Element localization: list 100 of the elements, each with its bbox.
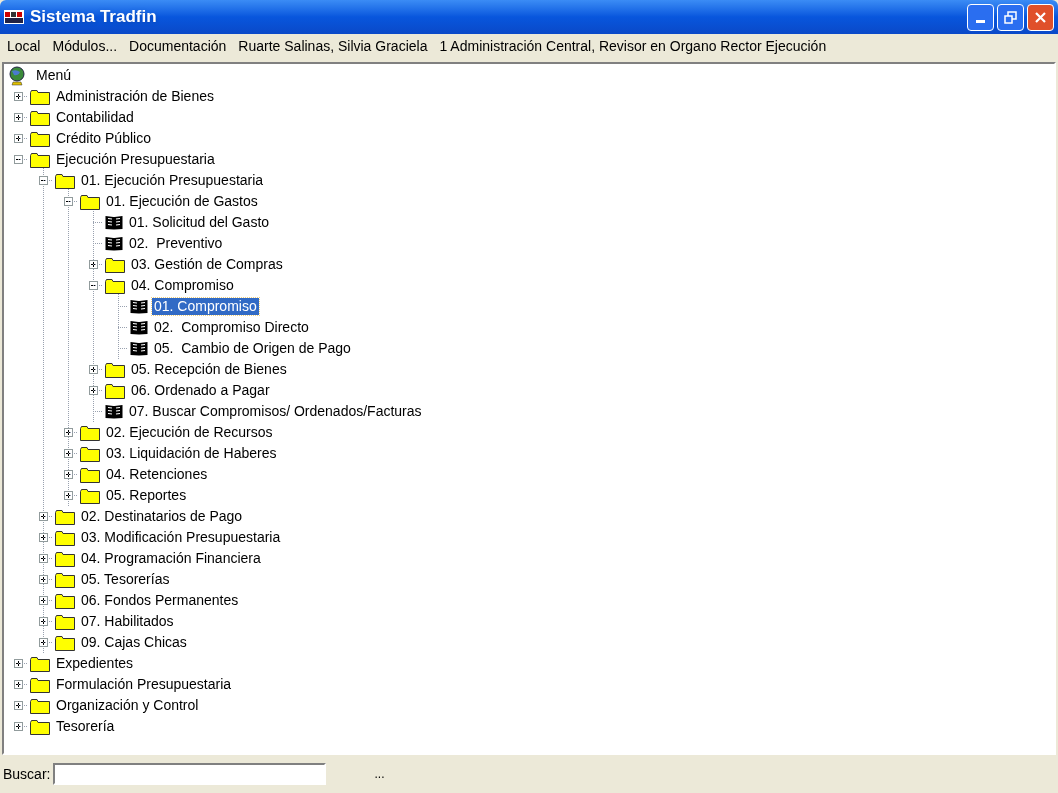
folder-icon	[80, 445, 100, 462]
folder-icon	[105, 277, 125, 294]
collapse-icon[interactable]	[38, 176, 48, 185]
folder-icon	[55, 571, 75, 588]
folder-icon	[55, 592, 75, 609]
collapse-icon[interactable]	[63, 197, 73, 206]
expand-icon[interactable]	[63, 491, 73, 500]
folder-icon	[55, 550, 75, 567]
expand-icon[interactable]	[88, 365, 98, 374]
expand-icon[interactable]	[38, 554, 48, 563]
tree-item[interactable]: 05. Reportes	[104, 487, 189, 504]
book-icon	[130, 320, 148, 335]
collapse-icon[interactable]	[88, 281, 98, 290]
expand-icon[interactable]	[13, 701, 23, 710]
tree-item[interactable]: 09. Cajas Chicas	[79, 634, 189, 651]
expand-icon[interactable]	[38, 638, 48, 647]
folder-icon	[30, 88, 50, 105]
app-icon	[4, 9, 24, 25]
expand-icon[interactable]	[13, 134, 23, 143]
tree-item[interactable]: 02. Destinatarios de Pago	[79, 508, 245, 525]
tree-item[interactable]: 02. Ejecución de Recursos	[104, 424, 275, 441]
folder-icon	[30, 718, 50, 735]
tree-item[interactable]: Contabilidad	[54, 109, 136, 126]
tree-item[interactable]: 07. Buscar Compromisos/ Ordenados/Facturas	[127, 403, 424, 420]
menu-item[interactable]: Módulos...	[46, 35, 124, 57]
tree-item[interactable]: 05. Recepción de Bienes	[129, 361, 289, 378]
search-field[interactable]	[53, 763, 327, 785]
tree-item[interactable]: 05. Cambio de Origen de Pago	[152, 340, 353, 357]
tree-item[interactable]: Expedientes	[54, 655, 136, 672]
folder-icon	[30, 109, 50, 126]
tree-item[interactable]: Administración de Bienes	[54, 88, 216, 105]
expand-icon[interactable]	[38, 575, 48, 584]
expand-icon[interactable]	[88, 260, 98, 269]
tree-item[interactable]: 01. Ejecución de Gastos	[104, 193, 260, 210]
tree-item[interactable]: 02. Compromiso Directo	[152, 319, 311, 336]
minimize-button[interactable]	[967, 3, 994, 31]
menu-item[interactable]: 1 Administración Central, Revisor en Organo Rector Ejecución	[433, 35, 833, 57]
folder-icon	[105, 361, 125, 378]
tree-item[interactable]: 06. Ordenado a Pagar	[129, 382, 272, 399]
book-icon	[130, 341, 148, 356]
tree-item[interactable]: Organización y Control	[54, 697, 201, 714]
expand-icon[interactable]	[88, 386, 98, 395]
minimize-icon	[976, 19, 985, 23]
tree-item[interactable]: 06. Fondos Permanentes	[79, 592, 241, 609]
expand-icon[interactable]	[38, 512, 48, 521]
tree-item[interactable]: 01. Solicitud del Gasto	[127, 214, 272, 231]
folder-icon	[55, 172, 75, 189]
book-icon	[105, 215, 123, 230]
expand-icon[interactable]	[38, 533, 48, 542]
folder-icon	[30, 151, 50, 168]
expand-icon[interactable]	[63, 428, 73, 437]
expand-icon[interactable]	[13, 113, 23, 122]
tree-item[interactable]: 05. Tesorerías	[79, 571, 172, 588]
menu-item[interactable]: Local	[1, 35, 47, 57]
tree-item[interactable]: Ejecución Presupuestaria	[54, 151, 217, 168]
folder-icon	[55, 508, 75, 525]
close-button[interactable]	[1027, 3, 1054, 31]
folder-icon	[30, 697, 50, 714]
expand-icon[interactable]	[38, 596, 48, 605]
expand-icon[interactable]	[13, 680, 23, 689]
tree-item[interactable]: 03. Modificación Presupuestaria	[79, 529, 283, 546]
tree-item[interactable]: 01. Ejecución Presupuestaria	[79, 172, 266, 189]
folder-icon	[30, 655, 50, 672]
tree-item[interactable]: 01. Compromiso	[152, 298, 259, 315]
menu-item[interactable]: Ruarte Salinas, Silvia Graciela	[232, 35, 434, 57]
folder-icon	[105, 256, 125, 273]
folder-icon	[30, 130, 50, 147]
browse-button[interactable]: ...	[370, 765, 389, 783]
tree-item[interactable]: 07. Habilitados	[79, 613, 176, 630]
expand-icon[interactable]	[13, 722, 23, 731]
tree-item[interactable]: 03. Liquidación de Haberes	[104, 445, 279, 462]
expand-icon[interactable]	[63, 470, 73, 479]
collapse-icon[interactable]	[13, 155, 23, 164]
folder-icon	[80, 424, 100, 441]
expand-icon[interactable]	[63, 449, 73, 458]
tree-item[interactable]: 04. Retenciones	[104, 466, 210, 483]
tree-item[interactable]: 02. Preventivo	[127, 235, 225, 252]
tree-item[interactable]: Crédito Público	[54, 130, 153, 147]
tree-item[interactable]: Formulación Presupuestaria	[54, 676, 234, 693]
tree-item[interactable]: Tesorería	[54, 718, 117, 735]
tree-root[interactable]: Menú	[34, 65, 74, 86]
close-icon	[1034, 10, 1047, 24]
menu-item[interactable]: Documentación	[123, 35, 233, 57]
expand-icon[interactable]	[38, 617, 48, 626]
window-title: Sistema Tradfin	[30, 6, 157, 29]
folder-icon	[55, 613, 75, 630]
folder-icon	[30, 676, 50, 693]
tree-item[interactable]: 04. Programación Financiera	[79, 550, 263, 567]
expand-icon[interactable]	[13, 659, 23, 668]
folder-icon	[80, 193, 100, 210]
folder-icon	[55, 529, 75, 546]
book-icon	[105, 236, 123, 251]
globe-icon	[8, 65, 26, 86]
folder-icon	[80, 487, 100, 504]
tree-item[interactable]: 04. Compromiso	[129, 277, 236, 294]
folder-icon	[55, 634, 75, 651]
restore-button[interactable]	[997, 3, 1024, 31]
tree-item[interactable]: 03. Gestión de Compras	[129, 256, 285, 273]
folder-icon	[105, 382, 125, 399]
expand-icon[interactable]	[13, 92, 23, 101]
